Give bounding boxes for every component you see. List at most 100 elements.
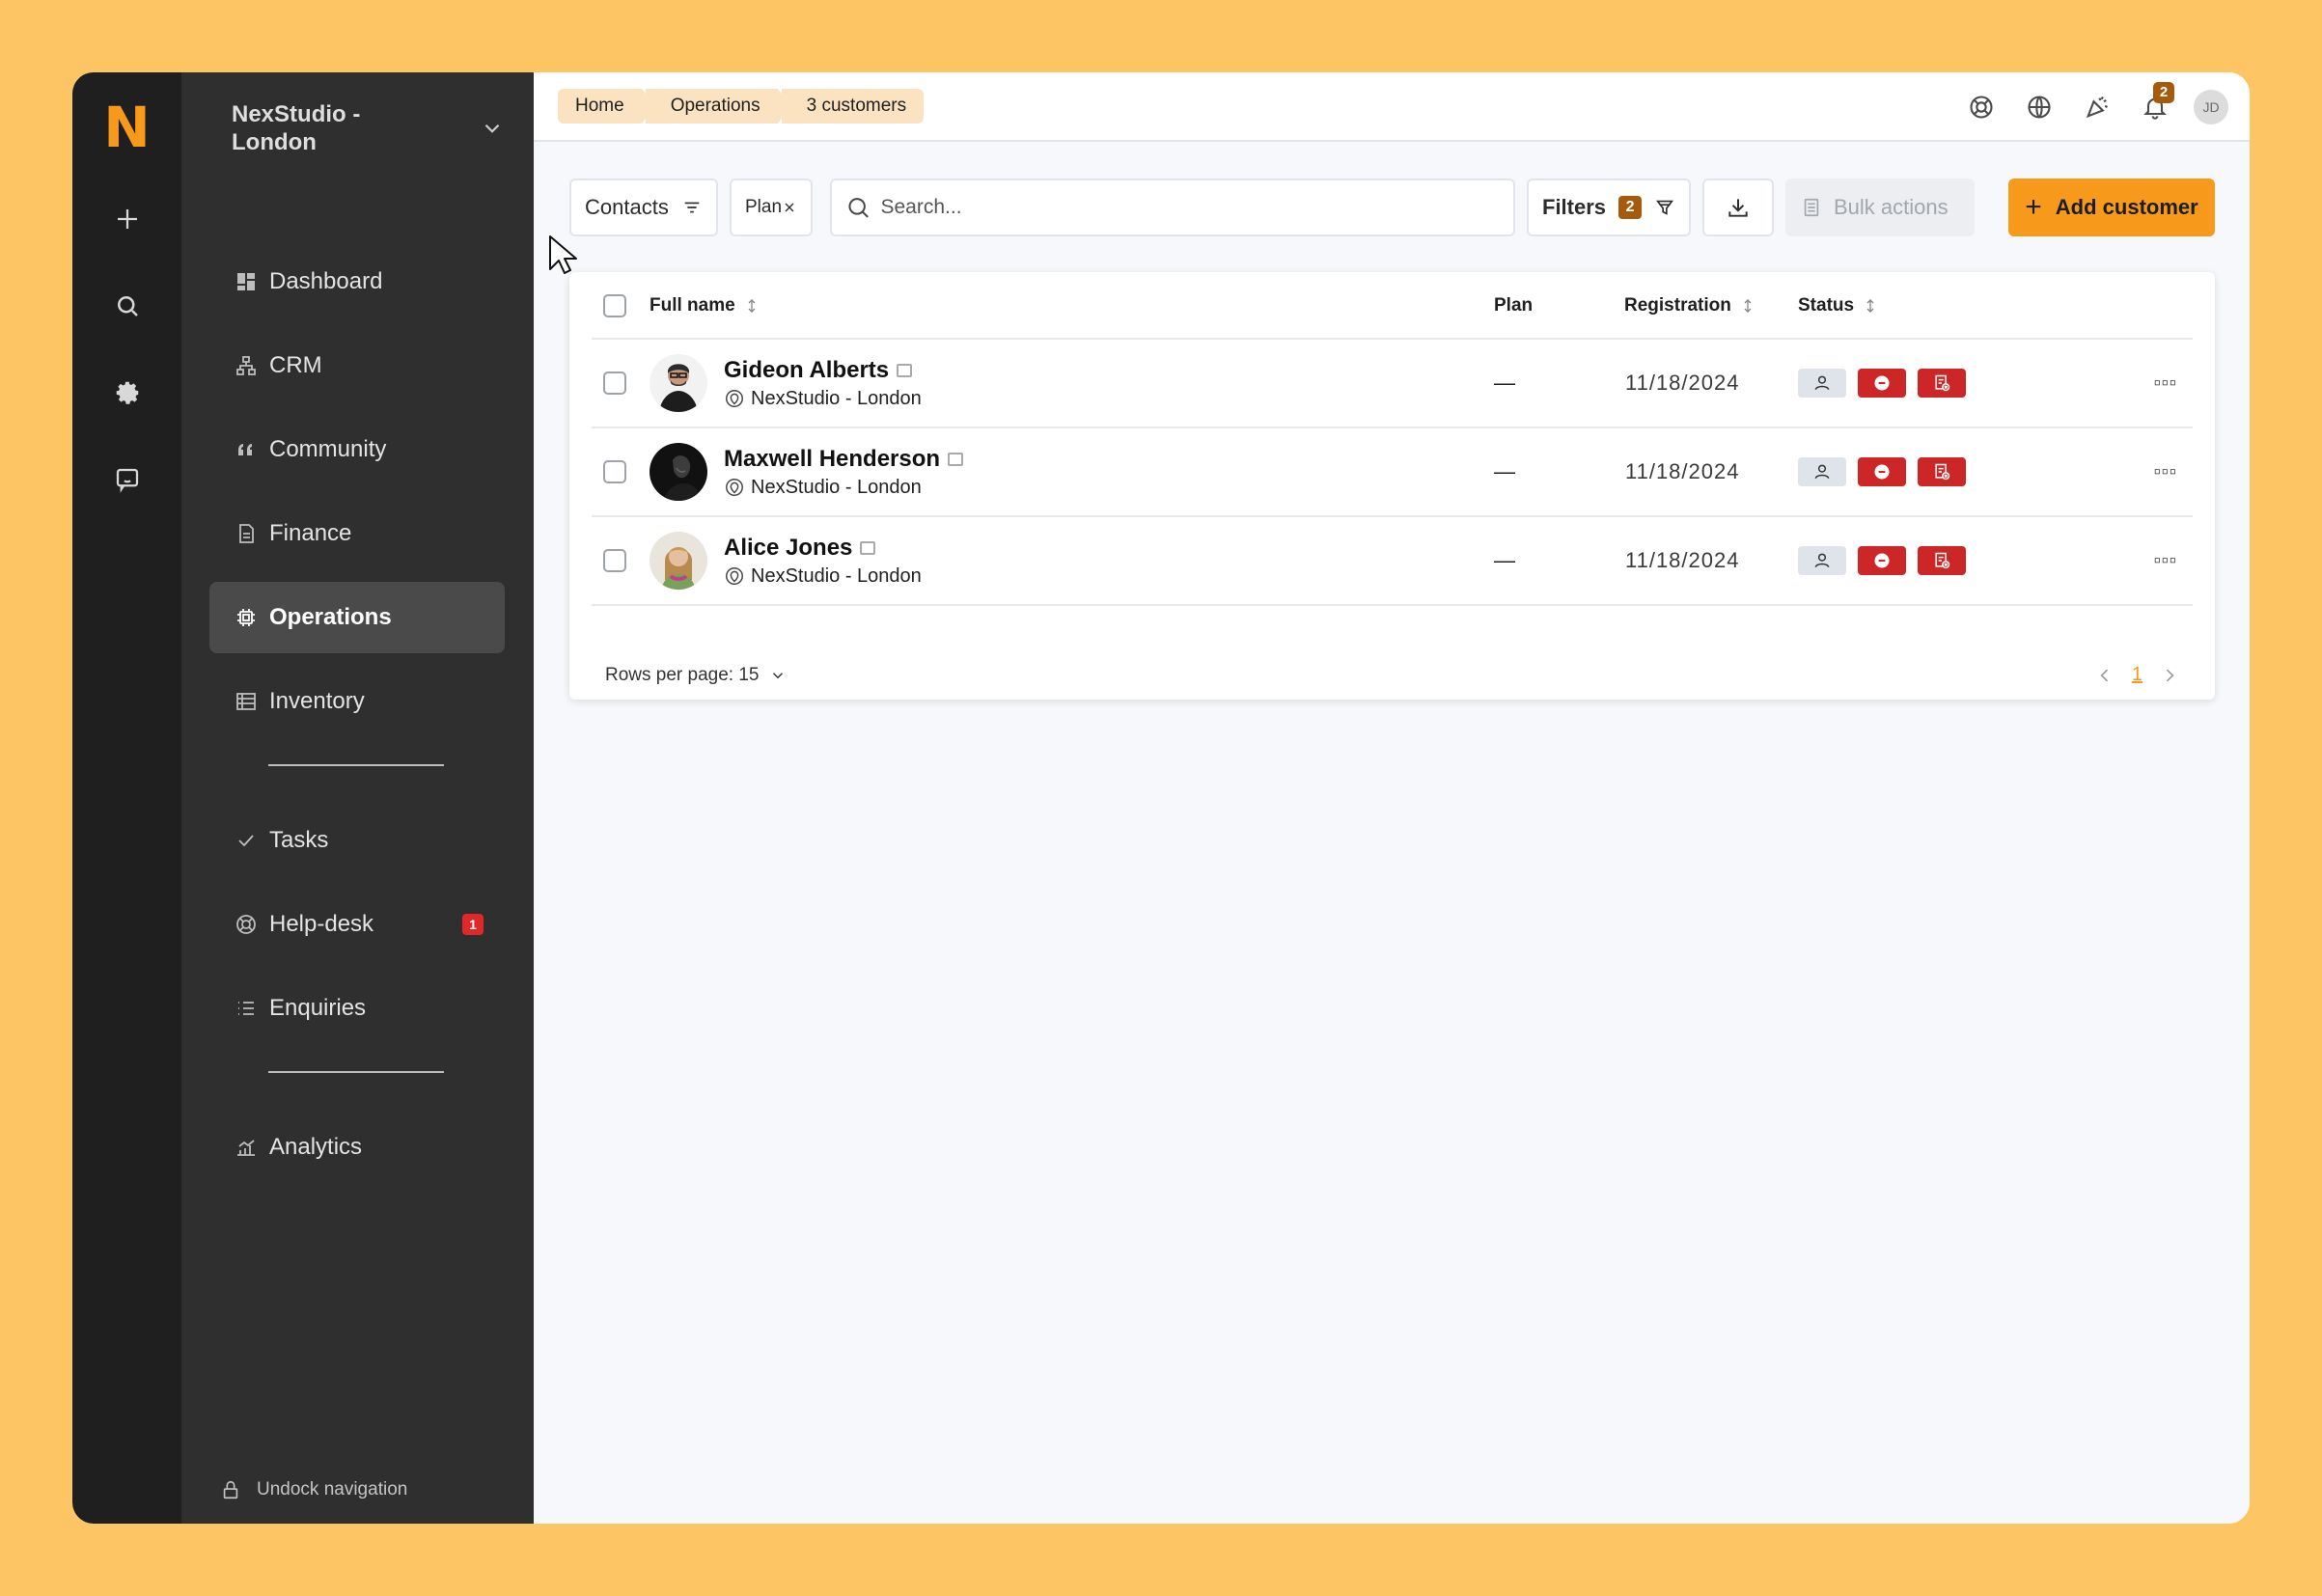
person-name-text: Maxwell Henderson: [724, 445, 941, 472]
person-name[interactable]: Alice Jones: [724, 535, 876, 562]
row-checkbox[interactable]: [603, 460, 626, 483]
gear-icon[interactable]: [98, 364, 156, 422]
bulk-actions-button[interactable]: Bulk actions: [1785, 179, 1975, 236]
search-input[interactable]: [880, 196, 1500, 219]
person-location: NexStudio - London: [724, 388, 922, 410]
plan-cell: —: [1494, 459, 1515, 483]
invoice-cancelled-icon[interactable]: [1918, 457, 1966, 486]
main-content: Home Operations 3 customers 2 JD Contact…: [534, 72, 2250, 1524]
user-avatar[interactable]: JD: [2194, 90, 2228, 124]
table-row[interactable]: Maxwell Henderson NexStudio - London — 1…: [592, 428, 2193, 517]
table-footer: Rows per page: 15 1: [605, 656, 2193, 695]
contacts-dropdown[interactable]: Contacts: [569, 179, 718, 236]
row-checkbox[interactable]: [603, 549, 626, 572]
lifebuoy-icon[interactable]: [1962, 88, 2001, 126]
sort-icon: [1866, 299, 1874, 313]
close-icon[interactable]: [782, 200, 797, 215]
search-box[interactable]: [830, 179, 1515, 236]
page-number[interactable]: 1: [2132, 664, 2142, 686]
bell-icon[interactable]: 2: [2136, 82, 2174, 126]
sidebar-item-label: Operations: [269, 604, 392, 630]
select-all-checkbox[interactable]: [603, 294, 626, 317]
plan-filter-chip[interactable]: Plan: [730, 179, 813, 236]
table-row[interactable]: Alice Jones NexStudio - London — 11/18/2…: [592, 517, 2193, 606]
blocked-status-icon[interactable]: [1858, 457, 1906, 486]
row-more-icon[interactable]: ▫▫▫: [2154, 340, 2177, 427]
chevron-down-icon: [484, 124, 500, 133]
invoice-cancelled-icon[interactable]: [1918, 546, 1966, 575]
sidebar-item-community[interactable]: Community: [209, 414, 505, 485]
id-card-icon: [948, 452, 964, 466]
top-bar: Home Operations 3 customers 2 JD: [534, 72, 2250, 142]
row-more-icon[interactable]: ▫▫▫: [2154, 517, 2177, 604]
download-button[interactable]: [1702, 179, 1774, 236]
sidebar-item-dashboard[interactable]: Dashboard: [209, 246, 505, 317]
location-icon: [726, 567, 743, 585]
filters-button[interactable]: Filters 2: [1527, 179, 1691, 236]
sidebar-item-enquiries[interactable]: Enquiries: [209, 973, 505, 1044]
workspace-name: NexStudio - London: [232, 101, 361, 155]
sidebar-item-analytics[interactable]: Analytics: [209, 1112, 505, 1183]
workspace-switcher[interactable]: NexStudio - London: [232, 99, 505, 157]
column-registration[interactable]: Registration: [1624, 272, 1756, 340]
table-row[interactable]: Gideon Alberts NexStudio - London — 11/1…: [592, 340, 2193, 428]
download-icon: [1728, 199, 1748, 217]
user-status-icon[interactable]: [1798, 546, 1846, 575]
party-icon[interactable]: [2078, 88, 2116, 126]
mouse-cursor-icon: [549, 235, 577, 274]
chat-icon[interactable]: [98, 451, 156, 509]
filters-count-badge: 2: [1618, 196, 1643, 219]
sidebar-item-operations[interactable]: Operations: [209, 582, 505, 653]
sidebar-item-label: Tasks: [269, 827, 329, 853]
quote-icon: [235, 438, 258, 461]
column-full-name[interactable]: Full name: [650, 272, 760, 340]
sidebar-item-help-desk[interactable]: Help-desk 1: [209, 889, 505, 960]
search-icon[interactable]: [98, 277, 156, 335]
sidebar-item-finance[interactable]: Finance: [209, 498, 505, 569]
user-status-icon[interactable]: [1798, 457, 1846, 486]
sitemap-icon: [235, 354, 258, 377]
registration-cell: 11/18/2024: [1625, 548, 1740, 572]
row-checkbox[interactable]: [603, 371, 626, 395]
top-icons: 2 JD: [1943, 82, 2228, 126]
plan-chip-label: Plan: [745, 197, 783, 217]
plus-icon[interactable]: [98, 190, 156, 248]
avatar: [650, 443, 707, 501]
column-label: Full name: [650, 295, 735, 316]
sort-icon: [1744, 299, 1752, 313]
person-name[interactable]: Gideon Alberts: [724, 357, 913, 384]
contacts-label: Contacts: [585, 195, 669, 219]
column-status[interactable]: Status: [1798, 272, 1879, 340]
chevron-down-icon: [772, 673, 783, 679]
globe-icon[interactable]: [2020, 88, 2059, 126]
registration-cell: 11/18/2024: [1625, 459, 1740, 483]
person-location: NexStudio - London: [724, 565, 922, 588]
sidebar-item-tasks[interactable]: Tasks: [209, 805, 505, 876]
person-name[interactable]: Maxwell Henderson: [724, 445, 964, 473]
undock-navigation[interactable]: Undock navigation: [220, 1479, 407, 1500]
lifebuoy-icon: [235, 913, 258, 936]
search-icon: [848, 198, 869, 218]
add-customer-button[interactable]: + Add customer: [2008, 179, 2215, 236]
user-status-icon[interactable]: [1798, 369, 1846, 398]
sidebar-item-inventory[interactable]: Inventory: [209, 666, 505, 737]
row-more-icon[interactable]: ▫▫▫: [2154, 428, 2177, 515]
name-cell: Maxwell Henderson NexStudio - London: [724, 428, 964, 515]
breadcrumb-operations[interactable]: Operations: [645, 89, 791, 124]
chevron-left-icon[interactable]: [2095, 666, 2115, 685]
status-cell: [1798, 428, 1977, 515]
chevron-right-icon[interactable]: [2160, 666, 2179, 685]
sidebar-item-crm[interactable]: CRM: [209, 330, 505, 401]
blocked-status-icon[interactable]: [1858, 369, 1906, 398]
breadcrumb-home[interactable]: Home: [558, 89, 655, 124]
row-checkbox-cell: [603, 428, 626, 515]
chip-icon: [235, 606, 258, 629]
rows-per-page-select[interactable]: Rows per page: 15: [605, 665, 787, 686]
app-logo[interactable]: N: [103, 94, 151, 161]
customers-table: Full name Plan Registration Status Gideo…: [569, 272, 2215, 700]
invoice-cancelled-icon[interactable]: [1918, 369, 1966, 398]
undock-label: Undock navigation: [257, 1479, 408, 1500]
avatar: [650, 428, 707, 515]
breadcrumb-customers[interactable]: 3 customers: [781, 89, 925, 124]
blocked-status-icon[interactable]: [1858, 546, 1906, 575]
